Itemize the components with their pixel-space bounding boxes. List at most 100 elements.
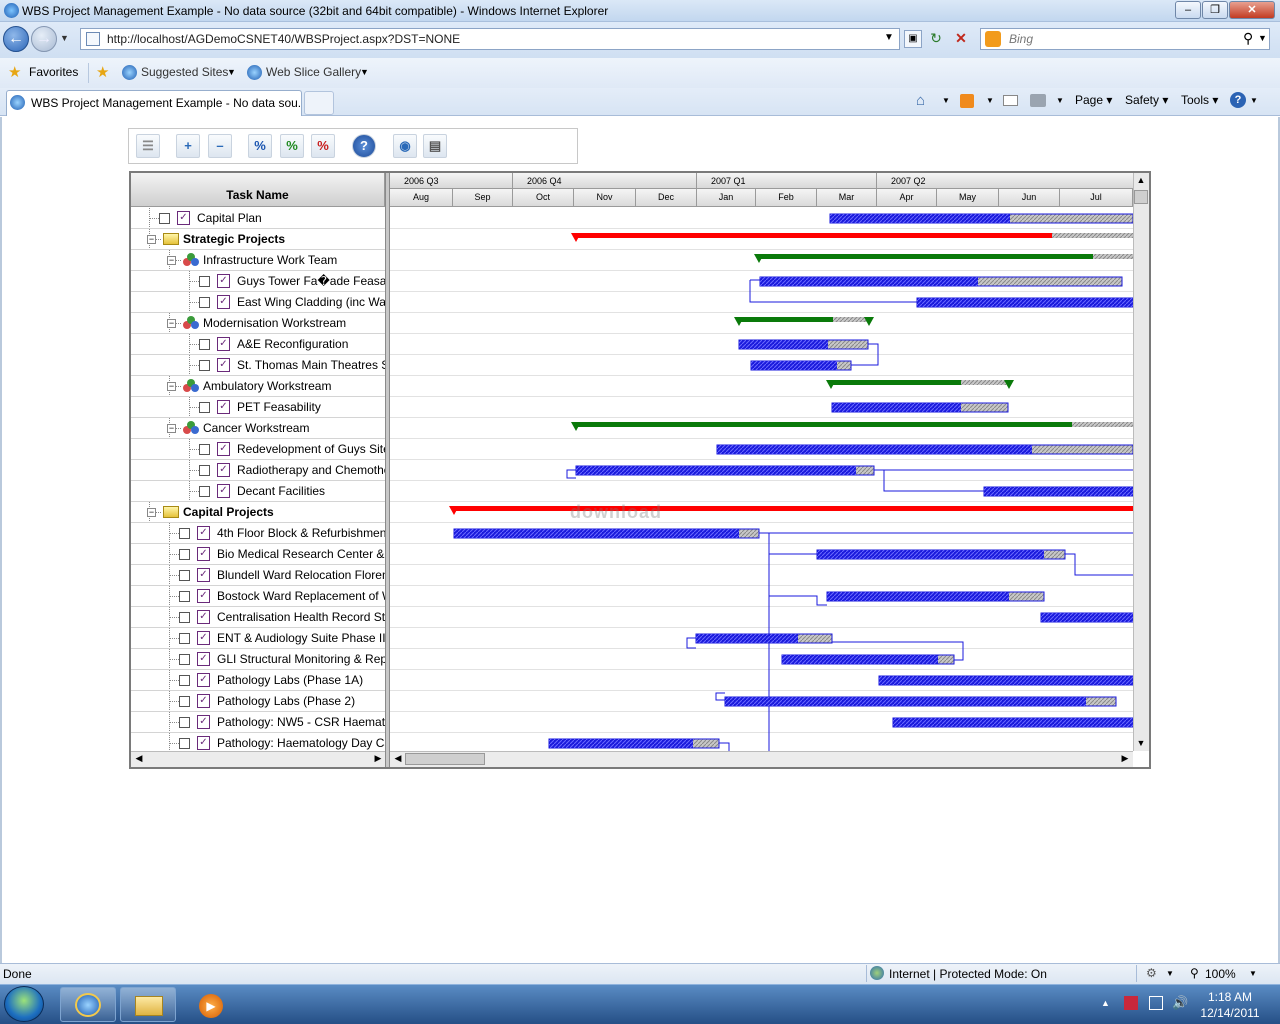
scroll-down-icon[interactable]: ▼: [1134, 737, 1148, 751]
task-checkbox[interactable]: [199, 276, 210, 287]
back-button[interactable]: ←: [3, 26, 29, 52]
tab-active[interactable]: WBS Project Management Example - No data…: [6, 90, 302, 116]
search-icon[interactable]: ⚲: [1243, 30, 1253, 47]
print-icon[interactable]: [1030, 94, 1046, 107]
action-center-icon[interactable]: [1124, 996, 1138, 1010]
task-checkbox[interactable]: [179, 738, 190, 749]
task-row[interactable]: ✓ Capital Plan: [131, 208, 385, 229]
task-horizontal-scrollbar[interactable]: [131, 751, 385, 767]
zoom-level[interactable]: 100%: [1205, 967, 1236, 981]
web-slice-link[interactable]: Web Slice Gallery: [266, 65, 361, 79]
timeline-scroll-right-icon[interactable]: ▶: [1118, 752, 1132, 766]
tree-view-button[interactable]: ☰: [136, 134, 160, 158]
task-row[interactable]: ✓ Guys Tower Fa�ade Feasabi: [131, 271, 385, 292]
taskbar-ie[interactable]: [60, 987, 116, 1022]
collapse-toggle-icon[interactable]: −: [167, 256, 176, 265]
timeline-scroll-thumb[interactable]: [405, 753, 485, 765]
task-checkbox[interactable]: [199, 360, 210, 371]
collapse-toggle-icon[interactable]: −: [147, 508, 156, 517]
task-row[interactable]: ✓ 4th Floor Block & Refurbishment: [131, 523, 385, 544]
new-tab-button[interactable]: [304, 91, 334, 115]
task-checkbox[interactable]: [179, 591, 190, 602]
task-checkbox[interactable]: [179, 612, 190, 623]
scroll-up-icon[interactable]: ▲: [1134, 174, 1148, 188]
task-row[interactable]: ✓ Blundell Ward Relocation Florenc: [131, 565, 385, 586]
task-row[interactable]: ✓ Radiotherapy and Chemothe: [131, 460, 385, 481]
add-favorite-icon[interactable]: ★: [96, 63, 109, 81]
task-row[interactable]: ✓ Decant Facilities: [131, 481, 385, 502]
task-row[interactable]: ✓ East Wing Cladding (inc Ward: [131, 292, 385, 313]
vertical-scroll-thumb[interactable]: [1134, 190, 1148, 204]
task-row[interactable]: − Infrastructure Work Team: [131, 250, 385, 271]
task-checkbox[interactable]: [179, 570, 190, 581]
close-window-button[interactable]: ✕: [1229, 1, 1275, 19]
feeds-icon[interactable]: [960, 94, 974, 108]
url-input[interactable]: http://localhost/AGDemoCSNET40/WBSProjec…: [80, 28, 900, 50]
view-button[interactable]: ◉: [393, 134, 417, 158]
percent-button[interactable]: %: [248, 134, 272, 158]
timeline-horizontal-scrollbar[interactable]: [390, 751, 1133, 767]
home-icon[interactable]: ⌂: [916, 92, 925, 109]
volume-icon[interactable]: 🔊: [1172, 995, 1188, 1011]
task-row[interactable]: ✓ GLI Structural Monitoring & Repai: [131, 649, 385, 670]
collapse-toggle-icon[interactable]: −: [167, 424, 176, 433]
task-checkbox[interactable]: [199, 465, 210, 476]
task-checkbox[interactable]: [199, 297, 210, 308]
task-row[interactable]: − Cancer Workstream: [131, 418, 385, 439]
minimize-button[interactable]: –: [1175, 1, 1201, 19]
task-checkbox[interactable]: [199, 444, 210, 455]
url-dropdown-icon[interactable]: ▼: [884, 32, 894, 43]
task-row[interactable]: ✓ Centralisation Health Record Stor: [131, 607, 385, 628]
task-row[interactable]: ✓ St. Thomas Main Theatres Stu: [131, 355, 385, 376]
task-row[interactable]: ✓ Bio Medical Research Center & CR: [131, 544, 385, 565]
task-checkbox[interactable]: [179, 696, 190, 707]
safety-menu[interactable]: Safety ▾: [1125, 93, 1168, 107]
collapse-toggle-icon[interactable]: −: [147, 235, 156, 244]
help-dropdown-icon[interactable]: ▼: [1250, 96, 1258, 105]
print-dropdown-icon[interactable]: ▼: [1056, 96, 1064, 105]
forward-button[interactable]: →: [31, 26, 57, 52]
taskbar-explorer[interactable]: [120, 987, 176, 1022]
task-name-header[interactable]: Task Name: [131, 173, 385, 207]
start-button[interactable]: [4, 986, 44, 1022]
recent-pages-icon[interactable]: ▼: [60, 33, 69, 43]
popup-blocker-icon[interactable]: ⚙: [1146, 966, 1157, 980]
task-row[interactable]: − Modernisation Workstream: [131, 313, 385, 334]
compatibility-icon[interactable]: ▣: [904, 30, 922, 48]
task-checkbox[interactable]: [179, 675, 190, 686]
collapse-toggle-icon[interactable]: −: [167, 319, 176, 328]
clock[interactable]: 1:18 AM 12/14/2011: [1195, 989, 1265, 1021]
zoom-out-button[interactable]: –: [208, 134, 232, 158]
task-row[interactable]: ✓ Redevelopment of Guys Site: [131, 439, 385, 460]
task-checkbox[interactable]: [179, 633, 190, 644]
timeline-scroll-left-icon[interactable]: ◀: [391, 752, 405, 766]
task-row[interactable]: − Capital Projects: [131, 502, 385, 523]
task-checkbox[interactable]: [199, 339, 210, 350]
task-row[interactable]: ✓ A&E Reconfiguration: [131, 334, 385, 355]
help-menu-icon[interactable]: ?: [1230, 92, 1246, 108]
task-checkbox[interactable]: [179, 549, 190, 560]
favorites-button[interactable]: Favorites: [29, 65, 78, 79]
zoom-icon[interactable]: ⚲: [1190, 966, 1199, 980]
security-zone[interactable]: Internet | Protected Mode: On: [889, 967, 1047, 981]
task-row[interactable]: − Strategic Projects: [131, 229, 385, 250]
task-row[interactable]: ✓ Pathology: NW5 - CSR Haematolo: [131, 712, 385, 733]
search-input[interactable]: Bing: [980, 28, 1270, 50]
mail-icon[interactable]: [1003, 95, 1018, 106]
task-row[interactable]: ✓ Bostock Ward Replacement of Wa: [131, 586, 385, 607]
task-row[interactable]: ✓ Pathology Labs (Phase 2): [131, 691, 385, 712]
task-row[interactable]: ✓ PET Feasability: [131, 397, 385, 418]
search-dropdown-icon[interactable]: ▼: [1258, 33, 1267, 43]
taskbar-media-player[interactable]: ▶: [180, 987, 236, 1022]
home-dropdown-icon[interactable]: ▼: [942, 96, 950, 105]
refresh-icon[interactable]: ↻: [927, 30, 945, 48]
zoom-dropdown-icon[interactable]: ▼: [1249, 969, 1257, 978]
maximize-button[interactable]: ❐: [1202, 1, 1228, 19]
network-icon[interactable]: [1149, 996, 1163, 1010]
task-scroll-right-icon[interactable]: ▶: [371, 752, 385, 766]
tools-menu[interactable]: Tools ▾: [1181, 93, 1218, 107]
properties-button[interactable]: ▤: [423, 134, 447, 158]
vertical-scrollbar[interactable]: [1133, 173, 1149, 751]
page-menu[interactable]: Page ▾: [1075, 93, 1112, 107]
percent-red-button[interactable]: %: [311, 134, 335, 158]
